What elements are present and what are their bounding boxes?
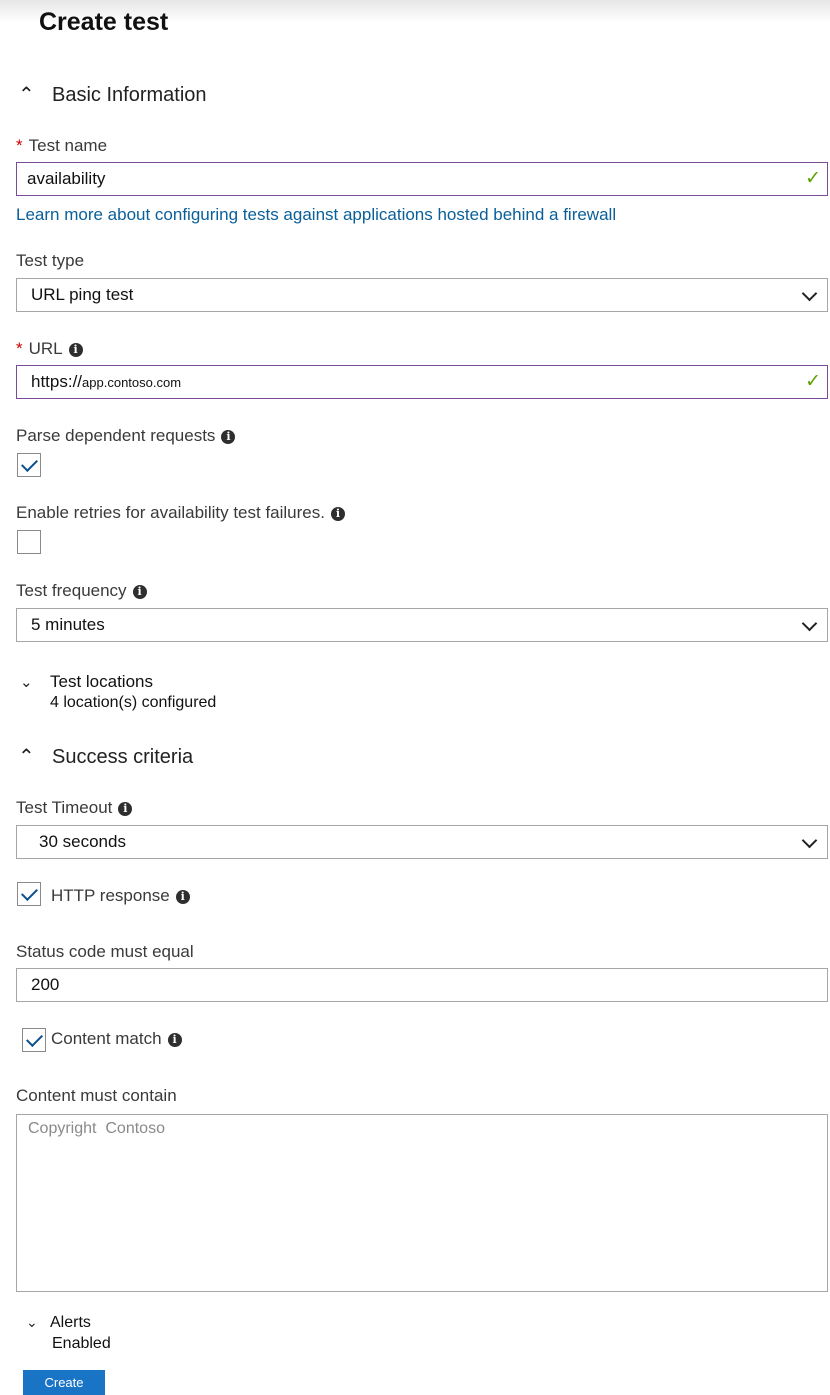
test-frequency-value: 5 minutes	[31, 615, 105, 634]
test-name-input[interactable]: availability ✓	[16, 162, 828, 196]
valid-check-icon: ✓	[805, 371, 821, 392]
url-label: * URL i	[16, 339, 83, 359]
section-success-criteria[interactable]: ⌃ Success criteria	[18, 744, 193, 769]
test-frequency-label-text: Test frequency	[16, 581, 127, 600]
section-test-locations[interactable]: ⌄ Test locations	[20, 672, 153, 692]
chevron-down-icon	[801, 285, 818, 302]
test-frequency-dropdown[interactable]: 5 minutes	[16, 608, 828, 642]
content-contain-value: Copyright Contoso	[28, 1120, 165, 1137]
content-match-label-text: Content match	[51, 1029, 162, 1048]
required-asterisk: *	[16, 339, 23, 358]
enable-retries-checkbox[interactable]	[17, 530, 41, 554]
chevron-up-icon: ⌃	[18, 746, 35, 768]
status-code-input[interactable]: 200	[16, 968, 828, 1002]
test-timeout-value: 30 seconds	[39, 832, 126, 851]
chevron-down-icon	[801, 615, 818, 632]
info-icon[interactable]: i	[167, 1032, 182, 1047]
content-match-checkbox[interactable]	[22, 1028, 46, 1052]
test-name-label: * Test name	[16, 136, 107, 156]
section-basic-information-label: Basic Information	[52, 84, 207, 106]
content-contain-textarea[interactable]: Copyright Contoso	[16, 1114, 828, 1292]
info-icon[interactable]: i	[330, 506, 345, 521]
enable-retries-label: Enable retries for availability test fai…	[16, 503, 345, 523]
info-icon[interactable]: i	[175, 889, 190, 904]
valid-check-icon: ✓	[805, 168, 821, 189]
http-response-label-text: HTTP response	[51, 886, 170, 905]
parse-dependent-checkbox[interactable]	[17, 453, 41, 477]
test-type-value: URL ping test	[31, 285, 134, 304]
section-success-criteria-label: Success criteria	[52, 746, 194, 768]
url-label-text: URL	[28, 339, 63, 358]
section-basic-information[interactable]: ⌃ Basic Information	[18, 82, 207, 107]
test-name-label-text: Test name	[28, 136, 108, 155]
status-code-value: 200	[31, 975, 60, 994]
url-input[interactable]: https://app.contoso.com ✓	[16, 365, 828, 399]
test-name-value: availability	[27, 169, 106, 188]
info-icon[interactable]: i	[118, 801, 133, 816]
required-asterisk: *	[16, 136, 23, 155]
alerts-heading: Alerts	[50, 1314, 91, 1331]
status-code-label: Status code must equal	[16, 942, 194, 961]
http-response-checkbox[interactable]	[17, 882, 41, 906]
content-match-label: Content match i	[51, 1029, 182, 1049]
chevron-down-icon	[801, 832, 818, 849]
http-response-label: HTTP response i	[51, 886, 190, 906]
test-type-label: Test type	[16, 251, 85, 270]
test-locations-heading: Test locations	[50, 672, 153, 691]
test-locations-summary: 4 location(s) configured	[50, 694, 217, 711]
chevron-down-icon: ⌄	[20, 674, 33, 691]
test-timeout-dropdown[interactable]: 30 seconds	[16, 825, 828, 859]
url-scheme: https://	[31, 372, 83, 391]
test-type-dropdown[interactable]: URL ping test	[16, 278, 828, 312]
page-title: Create test	[39, 8, 169, 36]
url-host: app.contoso.com	[82, 375, 182, 390]
checkmark-icon	[21, 455, 38, 472]
info-icon[interactable]: i	[68, 342, 83, 357]
content-contain-label: Content must contain	[16, 1086, 177, 1105]
info-icon[interactable]: i	[132, 584, 147, 599]
parse-dependent-label: Parse dependent requests i	[16, 426, 236, 446]
create-button[interactable]: Create	[23, 1370, 105, 1395]
test-timeout-label-text: Test Timeout	[16, 798, 113, 817]
test-frequency-label: Test frequency i	[16, 581, 147, 601]
checkmark-icon	[21, 884, 38, 901]
test-timeout-label: Test Timeout i	[16, 798, 133, 818]
parse-dependent-label-text: Parse dependent requests	[16, 426, 216, 445]
section-alerts[interactable]: ⌄ Alerts	[26, 1314, 91, 1332]
chevron-up-icon: ⌃	[18, 84, 35, 106]
enable-retries-label-text: Enable retries for availability test fai…	[16, 503, 325, 522]
chevron-down-icon: ⌄	[26, 1314, 38, 1330]
checkmark-icon	[26, 1030, 43, 1047]
info-icon[interactable]: i	[221, 429, 236, 444]
alerts-summary: Enabled	[52, 1335, 111, 1352]
firewall-learn-more-link[interactable]: Learn more about configuring tests again…	[16, 205, 616, 225]
